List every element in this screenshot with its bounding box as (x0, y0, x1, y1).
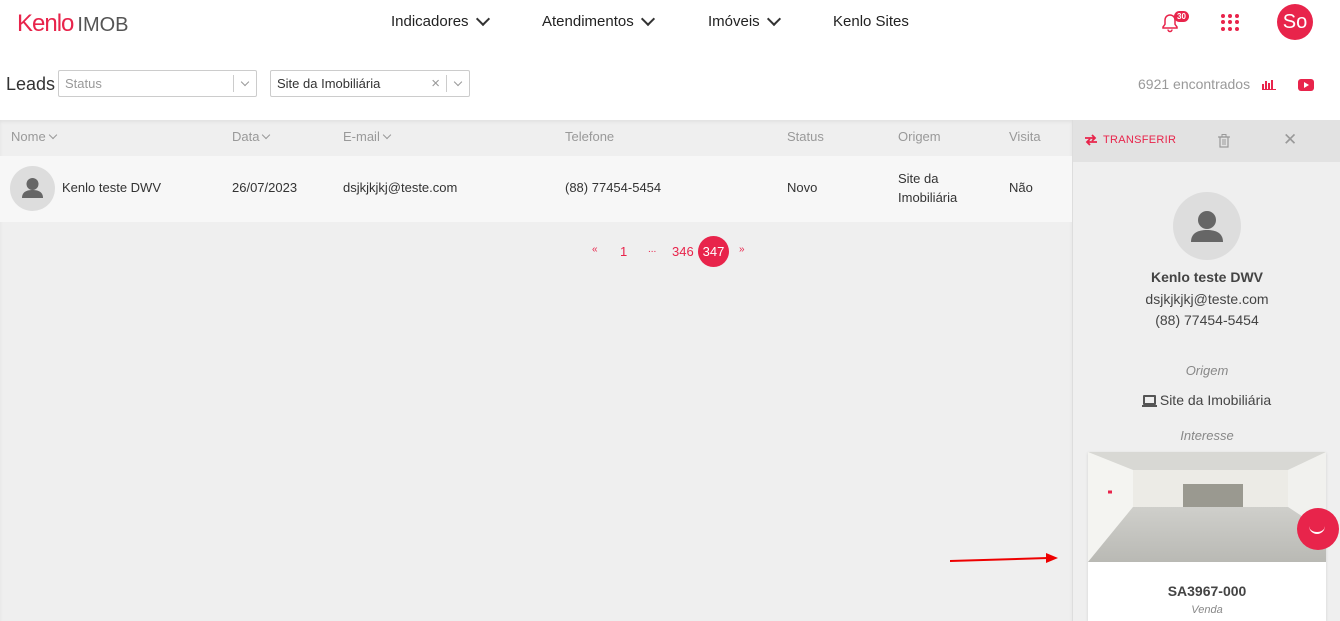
pagination-next[interactable]: » (739, 244, 745, 255)
trash-icon[interactable] (1218, 134, 1230, 148)
leads-list: Nome Data E-mail Telefone Status Origem … (0, 120, 1072, 621)
kenlo-imob-logo[interactable]: Kenlo IMOB (17, 10, 129, 38)
person-icon (1191, 211, 1223, 242)
annotation-arrow (950, 553, 1058, 563)
apps-grid-icon[interactable] (1221, 14, 1239, 31)
lead-phone: (88) 77454-5454 (1155, 312, 1259, 328)
property-photo (1088, 452, 1326, 562)
status-filter-select[interactable]: Status (58, 70, 257, 97)
status-filter-placeholder: Status (65, 76, 102, 91)
lead-name: Kenlo teste DWV (1150, 269, 1263, 285)
column-origem: Origem (898, 129, 941, 144)
nav-indicadores[interactable]: Indicadores (391, 11, 490, 30)
notification-badge: 30 (1174, 11, 1189, 22)
nav-kenlo-sites[interactable]: Kenlo Sites (833, 13, 909, 30)
chevron-down-icon (475, 11, 490, 26)
panel-header: TRANSFERIR ✕ (1073, 120, 1340, 162)
chat-icon[interactable] (1297, 508, 1339, 550)
cell-status: Novo (787, 180, 818, 195)
column-visita: Visita (1009, 129, 1041, 144)
clear-icon[interactable]: × (425, 75, 446, 92)
nav-atendimentos-label: Atendimentos (542, 13, 634, 30)
pagination-page-1[interactable]: 1 (620, 244, 627, 259)
nav-atendimentos[interactable]: Atendimentos (542, 11, 655, 30)
lead-avatar (1173, 192, 1241, 260)
pagination-ellipsis: ... (648, 244, 657, 255)
transfer-label: TRANSFERIR (1103, 134, 1177, 146)
transfer-arrows-icon (1085, 134, 1097, 146)
cell-telefone: (88) 77454-5454 (565, 180, 662, 195)
top-navigation-bar: Kenlo IMOB Indicadores Atendimentos Imóv… (0, 0, 1340, 48)
nav-imoveis-label: Imóveis (708, 13, 760, 30)
chevron-down-icon (640, 11, 655, 26)
column-nome[interactable]: Nome (11, 129, 57, 144)
property-card[interactable]: SA3967-000 Venda (1088, 452, 1326, 621)
nav-kenlo-sites-label: Kenlo Sites (833, 13, 909, 30)
cell-data: 26/07/2023 (232, 180, 298, 195)
chevron-down-icon (262, 130, 271, 139)
column-email[interactable]: E-mail (343, 129, 392, 144)
origin-filter-value: Site da Imobiliária (277, 76, 381, 91)
origin-filter-select[interactable]: Site da Imobiliária × (270, 70, 470, 97)
nav-imoveis[interactable]: Imóveis (708, 11, 781, 30)
column-label: Visita (1009, 129, 1041, 144)
transfer-button[interactable]: TRANSFERIR (1084, 134, 1176, 146)
property-type: Venda (1191, 604, 1223, 616)
property-code: SA3967-000 (1167, 583, 1247, 599)
logo-brand: Kenlo (17, 10, 74, 37)
close-icon[interactable]: ✕ (1283, 130, 1297, 150)
interest-title: Interesse (1180, 428, 1234, 443)
monitor-icon (1141, 395, 1157, 407)
cell-origem-line2: Imobiliária (898, 190, 958, 205)
column-label: Data (232, 129, 260, 144)
cell-nome: Kenlo teste DWV (62, 180, 161, 195)
origin-value-row: Site da Imobiliária (1073, 392, 1340, 408)
column-data[interactable]: Data (232, 129, 271, 144)
column-telefone: Telefone (565, 129, 614, 144)
column-status: Status (787, 129, 824, 144)
column-label: Status (787, 129, 824, 144)
column-label: Telefone (565, 129, 615, 144)
pagination-page-346[interactable]: 346 (672, 244, 694, 259)
lead-detail-panel: TRANSFERIR ✕ Kenlo teste DWV dsjkjkjkj@t… (1072, 120, 1340, 621)
cell-visita: Não (1009, 180, 1033, 195)
chevron-down-icon (447, 77, 469, 86)
avatar (10, 166, 55, 211)
user-avatar[interactable]: So (1277, 4, 1313, 40)
logo-product: IMOB (77, 14, 129, 36)
filter-bar: Leads Status Site da Imobiliária × 6921 … (0, 60, 1340, 116)
bar-chart-icon[interactable] (1262, 79, 1276, 90)
lead-email: dsjkjkjkj@teste.com (1145, 291, 1269, 307)
origin-value: Site da Imobiliária (1159, 392, 1272, 408)
youtube-icon[interactable] (1298, 79, 1314, 91)
table-header: Nome Data E-mail Telefone Status Origem … (0, 120, 1072, 156)
chevron-down-icon (766, 11, 781, 26)
column-label: E-mail (343, 129, 380, 144)
cell-email: dsjkjkjkj@teste.com (343, 180, 458, 195)
chevron-down-icon (382, 130, 392, 139)
origin-title: Origem (1185, 363, 1229, 378)
chevron-down-icon (234, 77, 256, 86)
page-title: Leads (6, 74, 56, 94)
cell-origem-line1: Site da (898, 171, 939, 186)
nav-indicadores-label: Indicadores (391, 13, 469, 30)
column-label: Nome (11, 129, 46, 144)
chevron-down-icon (48, 130, 57, 139)
results-count: 6921 encontrados (1138, 76, 1251, 92)
person-icon (22, 178, 43, 198)
pagination-prev[interactable]: « (592, 244, 598, 255)
column-label: Origem (898, 129, 941, 144)
table-row[interactable]: Kenlo teste DWV 26/07/2023 dsjkjkjkj@tes… (0, 156, 1072, 222)
pagination-current-page[interactable]: 347 (698, 236, 729, 267)
